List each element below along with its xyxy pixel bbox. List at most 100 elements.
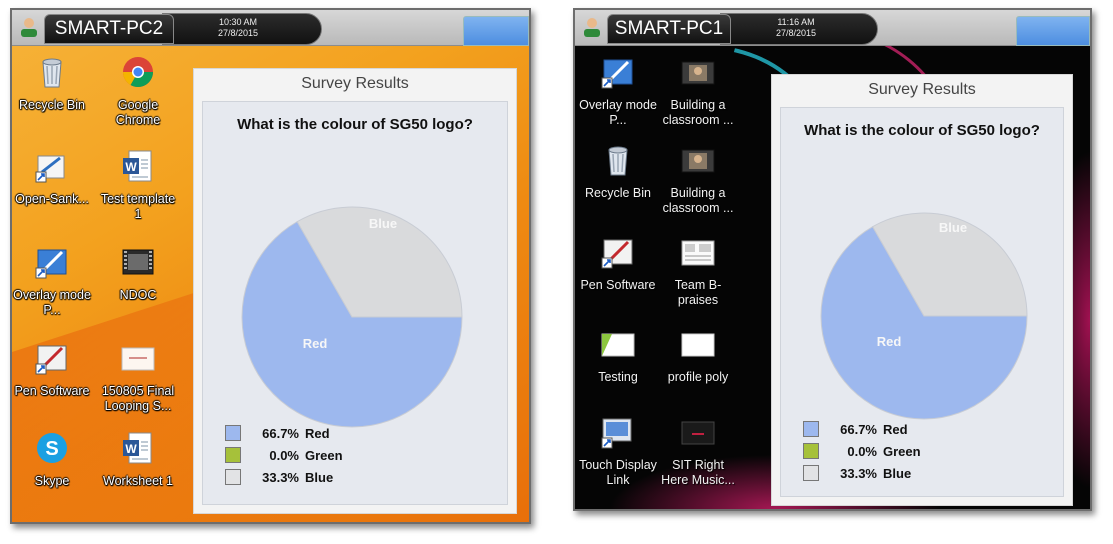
legend-row-red: 66.7% Red [225, 422, 343, 444]
clock-time: 11:16 AM [777, 17, 815, 27]
desktop-icon-label: Testing [598, 370, 638, 384]
desktop-icon-open-sankore[interactable]: Open-Sank... [13, 148, 91, 207]
clock-date: 27/8/2015 [217, 28, 259, 38]
overlay-pen-icon [601, 59, 633, 89]
legend: 66.7% Red 0.0% Green 33.3% Blue [803, 418, 921, 484]
legend-name: Blue [883, 465, 912, 481]
desktop-icon-test-template[interactable]: W Test template 1 [99, 148, 177, 222]
desktop-icon-google-chrome[interactable]: Google Chrome [99, 54, 177, 128]
taskbar: 10:30 AM 27/8/2015 SMART-PC2 [12, 10, 529, 46]
recycle-bin-icon [42, 58, 62, 88]
desktop-icon-building-classroom-2[interactable]: Building a classroom ... [659, 142, 737, 216]
desktop-icon-worksheet-1[interactable]: W Worksheet 1 [99, 430, 177, 489]
host-tab[interactable]: SMART-PC1 [607, 14, 731, 44]
legend-swatch-blue [803, 465, 819, 481]
desktop-icon-skype[interactable]: S Skype [13, 430, 91, 489]
pen-software-icon [601, 239, 633, 269]
desktop-icon-building-classroom-1[interactable]: Building a classroom ... [659, 54, 737, 128]
taskbar-button[interactable] [463, 16, 529, 46]
legend-swatch-red [225, 425, 241, 441]
taskbar: 11:16 AM 27/8/2015 SMART-PC1 [575, 10, 1090, 46]
clock-bar: 11:16 AM 27/8/2015 [720, 13, 878, 45]
desktop-icon-label: Google Chrome [115, 98, 161, 127]
desktop-icon-label: NDOC [119, 288, 157, 302]
pen-software-icon [35, 345, 67, 375]
desktop-icon-team-b-praises[interactable]: Team B-praises [659, 234, 737, 308]
svg-text:W: W [125, 442, 137, 456]
user-icon[interactable] [18, 16, 40, 38]
overlay-pen-icon [35, 249, 67, 279]
slide-thumbnail-icon [121, 347, 155, 371]
desktop-icon-pen-software[interactable]: Pen Software [579, 234, 657, 293]
desktop-icon-label: Recycle Bin [585, 186, 651, 200]
pie-label-red: Red [303, 336, 328, 351]
legend-swatch-red [803, 421, 819, 437]
legend-name: Green [305, 447, 343, 463]
legend-name: Blue [305, 469, 334, 485]
desktop-icon-150805-final[interactable]: 150805 Final Looping S... [99, 340, 177, 414]
legend: 66.7% Red 0.0% Green 33.3% Blue [225, 422, 343, 488]
survey-title: Survey Results [301, 75, 409, 92]
legend-name: Green [883, 443, 921, 459]
legend-name: Red [305, 425, 330, 441]
legend-swatch-green [225, 447, 241, 463]
legend-swatch-green [803, 443, 819, 459]
clock-date: 27/8/2015 [775, 28, 817, 38]
left-screenshot: 10:30 AM 27/8/2015 SMART-PC2 Recycle Bin… [10, 8, 531, 524]
legend-pct: 33.3% [840, 465, 877, 481]
legend-row-red: 66.7% Red [803, 418, 921, 440]
clock-bar: 10:30 AM 27/8/2015 [162, 13, 322, 45]
skype-icon: S [37, 433, 67, 463]
clock: 11:16 AM 27/8/2015 [761, 17, 831, 39]
desktop-icon-label: Building a classroom ... [662, 186, 734, 215]
touch-display-icon [601, 418, 632, 449]
desktop-icon-label: Overlay mode P... [13, 288, 91, 317]
document-thumbnail-icon [681, 240, 715, 266]
word-doc-icon: W [123, 150, 152, 182]
desktop-icon-pen-software[interactable]: Pen Software [13, 340, 91, 399]
survey-title: Survey Results [868, 81, 976, 98]
desktop-icon-label: Team B-praises [674, 278, 722, 307]
host-tab[interactable]: SMART-PC2 [44, 14, 174, 44]
desktop-icon-recycle-bin[interactable]: Recycle Bin [13, 54, 91, 113]
clock-time: 10:30 AM [218, 17, 258, 27]
svg-text:W: W [125, 160, 137, 174]
desktop-icon-label: Touch Display Link [579, 458, 657, 487]
legend-pct: 33.3% [262, 469, 299, 485]
pie-label-red: Red [877, 334, 902, 349]
survey-results-panel[interactable]: Survey Results What is the colour of SG5… [193, 68, 517, 514]
desktop-icon-overlay-mode[interactable]: Overlay mode P... [13, 244, 91, 318]
pie-label-blue: Blue [939, 220, 967, 235]
desktop-icon-profile-poly[interactable]: profile poly [659, 326, 737, 385]
survey-chart-area: What is the colour of SG50 logo? Blue Re… [780, 107, 1064, 497]
desktop-icon-testing[interactable]: Testing [579, 326, 657, 385]
desktop-icon-label: Recycle Bin [19, 98, 85, 112]
desktop-icon-label: Skype [34, 474, 70, 488]
right-screenshot: 11:16 AM 27/8/2015 SMART-PC1 Overlay mod… [573, 8, 1092, 511]
desktop-icon-label: profile poly [667, 370, 729, 384]
desktop-icon-overlay-mode[interactable]: Overlay mode P... [579, 54, 657, 128]
desktop-icon-label: 150805 Final Looping S... [101, 384, 175, 413]
desktop-icon-touch-display-link[interactable]: Touch Display Link [579, 414, 657, 488]
desktop-icon-ndoc[interactable]: NDOC [99, 244, 177, 303]
slide-thumbnail-icon [601, 333, 635, 357]
svg-text:S: S [45, 438, 58, 460]
video-thumbnail-icon [681, 61, 715, 85]
legend-swatch-blue [225, 469, 241, 485]
legend-pct: 66.7% [840, 421, 877, 437]
video-file-icon [122, 249, 154, 275]
recycle-bin-icon [608, 146, 628, 176]
pie-label-blue: Blue [369, 216, 397, 231]
desktop-icon-label: SIT Right Here Music... [661, 458, 735, 487]
chrome-icon [123, 57, 153, 88]
desktop-icon-label: Overlay mode P... [579, 98, 657, 127]
desktop-icon-sit-right-here[interactable]: SIT Right Here Music... [659, 414, 737, 488]
taskbar-button[interactable] [1016, 16, 1090, 46]
desktop-icon-label: Building a classroom ... [662, 98, 734, 127]
desktop-icon-recycle-bin[interactable]: Recycle Bin [579, 142, 657, 201]
user-icon[interactable] [581, 16, 603, 38]
desktop-icon-label: Test template 1 [100, 192, 176, 221]
desktop-icon-label: Open-Sank... [15, 192, 89, 206]
survey-results-panel[interactable]: Survey Results What is the colour of SG5… [771, 74, 1073, 506]
legend-name: Red [883, 421, 908, 437]
